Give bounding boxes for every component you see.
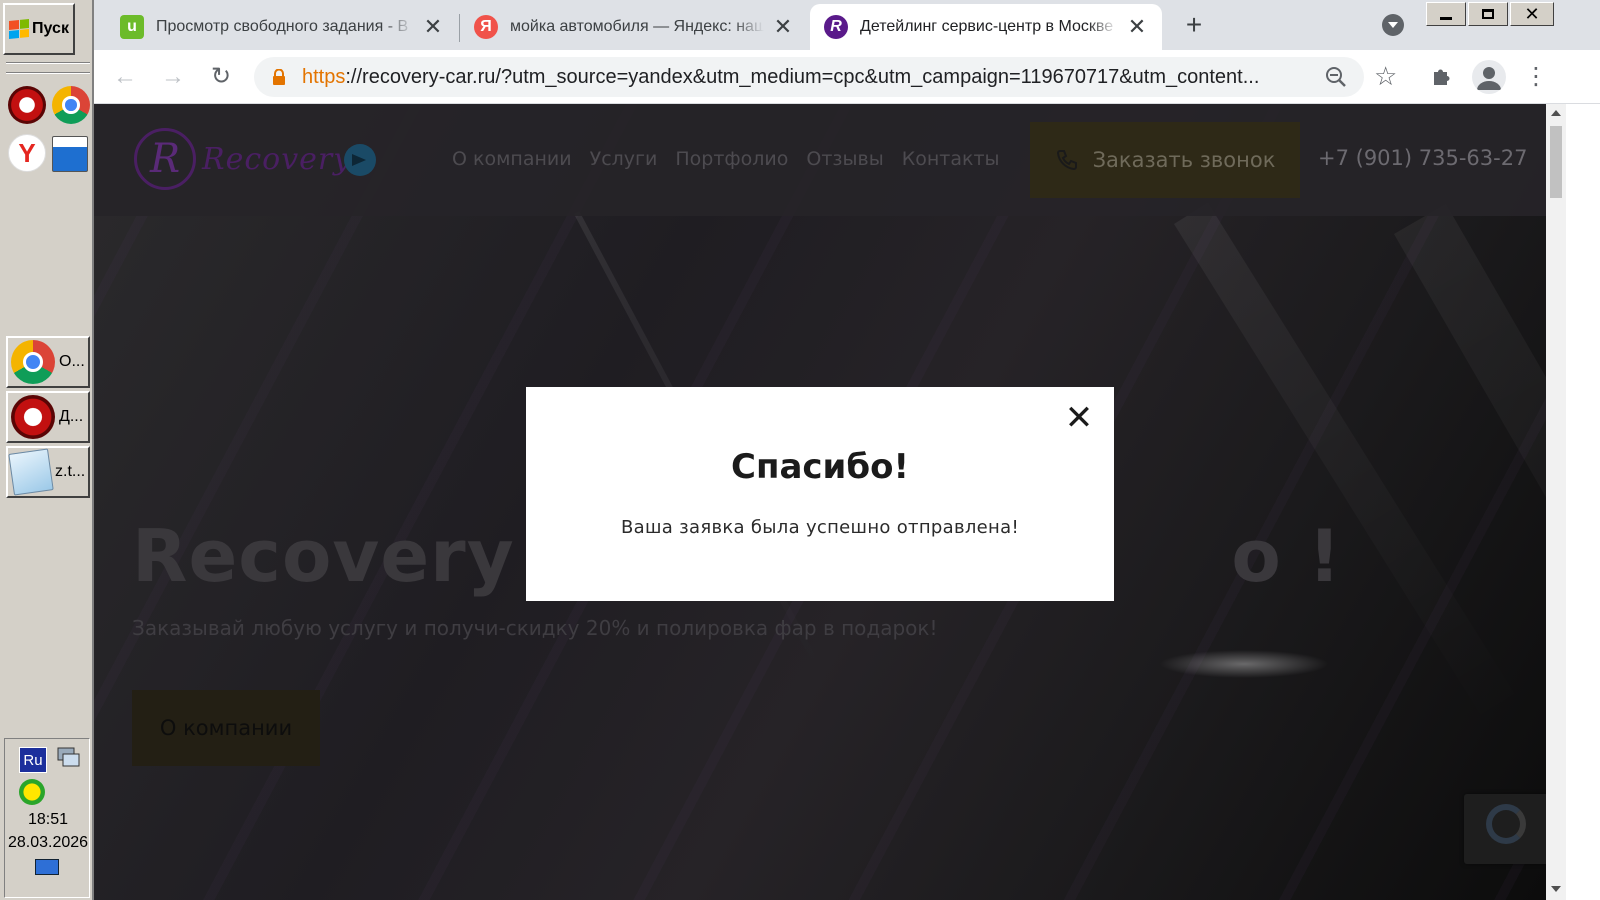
- windows-logo-icon: [9, 18, 30, 40]
- page-viewport: R Recovery О компании Услуги Портфолио О…: [94, 104, 1546, 900]
- task-button-notepad[interactable]: z.t...: [6, 446, 90, 498]
- phone-icon: [1056, 150, 1077, 171]
- close-window-button[interactable]: ✕: [1510, 2, 1554, 26]
- taskbar: Пуск Y О... Д... z.t... Ru 18:51 28.03.2…: [0, 0, 94, 900]
- opera-icon: [11, 395, 55, 439]
- back-button[interactable]: ←: [110, 62, 140, 92]
- update-icon[interactable]: [19, 779, 45, 805]
- network-connections-icon[interactable]: [52, 136, 88, 172]
- nav-item-contacts[interactable]: Контакты: [902, 148, 1000, 170]
- url-text[interactable]: https://recovery-car.ru/?utm_source=yand…: [302, 66, 1302, 89]
- logo-text[interactable]: Recovery: [202, 142, 351, 177]
- forward-button[interactable]: →: [158, 62, 188, 92]
- close-icon: ✕: [1524, 3, 1540, 24]
- page-scrollbar[interactable]: [1546, 104, 1566, 900]
- notepad-icon: [8, 448, 54, 496]
- restore-button[interactable]: [1468, 2, 1508, 26]
- task-label: Д...: [59, 408, 84, 425]
- tab-title: мойка автомобиля — Яндекс: наш: [510, 18, 764, 35]
- task-button-opera[interactable]: Д...: [6, 391, 90, 443]
- recaptcha-icon: [1486, 804, 1526, 844]
- tab-favicon: u: [120, 15, 144, 39]
- tab-task-view[interactable]: u Просмотр свободного задания - В ✕: [106, 4, 458, 50]
- logo-mark[interactable]: R: [134, 128, 196, 190]
- site-header: R Recovery О компании Услуги Портфолио О…: [94, 104, 1546, 216]
- close-icon[interactable]: ✕: [422, 14, 444, 40]
- window-edge: [1566, 104, 1600, 900]
- scroll-down-arrow-icon[interactable]: [1551, 886, 1561, 892]
- profile-avatar-icon[interactable]: [1472, 60, 1506, 94]
- telegram-icon[interactable]: [344, 144, 376, 176]
- thank-you-modal: ✕ Спасибо! Ваша заявка была успешно отпр…: [526, 387, 1114, 601]
- tab-title: Детейлинг сервис-центр в Москве: [860, 18, 1114, 35]
- start-label: Пуск: [32, 20, 69, 37]
- nav-item-services[interactable]: Услуги: [590, 148, 658, 170]
- show-desktop-icon[interactable]: [35, 859, 59, 875]
- zoom-icon[interactable]: [1324, 65, 1348, 89]
- url-rest: ://recovery-car.ru/?utm_source=yandex&ut…: [345, 66, 1260, 88]
- new-tab-button[interactable]: +: [1179, 10, 1209, 40]
- tab-yandex-search[interactable]: Я мойка автомобиля — Яндекс: наш ✕: [460, 4, 808, 50]
- tab-strip: u Просмотр свободного задания - В ✕ Я мо…: [94, 0, 1600, 50]
- language-indicator[interactable]: Ru: [19, 747, 47, 773]
- hero-subtitle: Заказывай любую услугу и получи-скидку 2…: [132, 616, 938, 640]
- close-icon[interactable]: ✕: [772, 14, 794, 40]
- tab-recovery-car[interactable]: R Детейлинг сервис-центр в Москве ✕: [810, 4, 1162, 50]
- minimize-button[interactable]: [1426, 2, 1466, 26]
- yandex-browser-icon[interactable]: Y: [8, 134, 46, 172]
- scroll-up-arrow-icon[interactable]: [1551, 110, 1561, 116]
- modal-message: Ваша заявка была успешно отправлена!: [621, 517, 1019, 538]
- extensions-puzzle-icon[interactable]: [1430, 64, 1454, 88]
- order-call-label: Заказать звонок: [1092, 148, 1276, 172]
- tab-favicon: Я: [474, 15, 498, 39]
- chrome-icon: [11, 340, 55, 384]
- modal-title: Спасибо!: [731, 447, 909, 487]
- opera-icon[interactable]: [8, 86, 46, 124]
- clock-time[interactable]: 18:51: [5, 811, 91, 829]
- modal-close-button[interactable]: ✕: [1064, 401, 1094, 435]
- close-icon[interactable]: ✕: [1126, 14, 1148, 40]
- url-scheme: https: [302, 66, 346, 88]
- task-label: z.t...: [55, 463, 86, 480]
- browser-toolbar: ← → ↻ https://recovery-car.ru/?utm_sourc…: [94, 50, 1600, 104]
- address-bar[interactable]: https://recovery-car.ru/?utm_source=yand…: [254, 57, 1397, 97]
- minimize-icon: [1440, 16, 1452, 20]
- restore-icon: [1482, 9, 1494, 19]
- scroll-thumb[interactable]: [1550, 126, 1562, 198]
- chrome-icon[interactable]: [52, 86, 90, 124]
- taskbar-separator: [6, 72, 90, 74]
- start-button[interactable]: Пуск: [3, 3, 75, 55]
- tab-title: Просмотр свободного задания - В: [156, 18, 409, 35]
- order-call-button[interactable]: Заказать звонок: [1030, 122, 1300, 198]
- browser-window: u Просмотр свободного задания - В ✕ Я мо…: [94, 0, 1600, 900]
- tab-favicon: R: [824, 15, 848, 39]
- task-label: О...: [59, 353, 85, 370]
- nav-item-about[interactable]: О компании: [452, 148, 572, 170]
- site-nav: О компании Услуги Портфолио Отзывы Конта…: [452, 148, 1000, 170]
- recaptcha-badge[interactable]: [1464, 794, 1546, 864]
- taskbar-separator: [6, 62, 90, 64]
- network-monitor-icon[interactable]: [55, 745, 81, 771]
- phone-number[interactable]: +7 (901) 735-63-27: [1318, 146, 1527, 170]
- nav-item-reviews[interactable]: Отзывы: [806, 148, 883, 170]
- bookmark-star-icon[interactable]: ☆: [1374, 61, 1397, 92]
- system-tray: Ru 18:51 28.03.2026: [4, 738, 90, 898]
- reload-button[interactable]: ↻: [206, 62, 236, 92]
- clock-date[interactable]: 28.03.2026: [5, 834, 91, 852]
- about-company-button[interactable]: О компании: [132, 690, 320, 766]
- lock-icon[interactable]: [272, 69, 286, 85]
- tab-search-icon[interactable]: [1382, 14, 1404, 36]
- browser-menu-icon[interactable]: ⋮: [1524, 62, 1548, 92]
- nav-item-portfolio[interactable]: Портфолио: [675, 148, 788, 170]
- task-button-chrome[interactable]: О...: [6, 336, 90, 388]
